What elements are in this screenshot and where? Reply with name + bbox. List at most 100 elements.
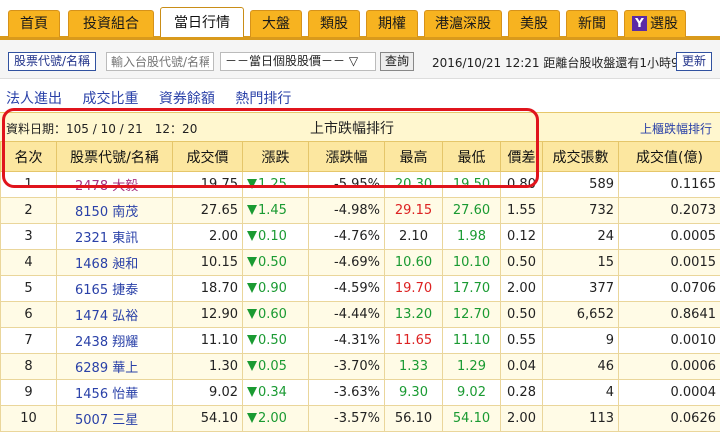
search-input[interactable] xyxy=(106,52,214,71)
stock-link[interactable]: 2438 翔耀 xyxy=(57,328,173,354)
table-row: 61474 弘裕12.900.60-4.44%13.2012.700.506,6… xyxy=(1,302,720,328)
table-header: 名次 股票代號/名稱 成交價 漲跌 漲跌幅 最高 最低 價差 成交張數 成交值(… xyxy=(1,142,720,172)
spread-cell: 1.55 xyxy=(501,198,543,224)
refresh-button[interactable]: 更新 xyxy=(676,52,712,71)
header-change[interactable]: 漲跌 xyxy=(243,142,309,172)
table-row: 91456 怡華9.020.34-3.63%9.309.020.2840.000… xyxy=(1,380,720,406)
change-cell: 0.50 xyxy=(243,250,309,276)
change-cell: 1.45 xyxy=(243,198,309,224)
down-triangle-icon xyxy=(247,413,257,423)
down-triangle-icon xyxy=(247,205,257,215)
table-row: 105007 三星54.102.00-3.57%56.1054.102.0011… xyxy=(1,406,720,432)
header-spread[interactable]: 價差 xyxy=(501,142,543,172)
volume-cell: 6,652 xyxy=(543,302,619,328)
down-triangle-icon xyxy=(247,283,257,293)
low-cell: 54.10 xyxy=(443,406,501,432)
header-low[interactable]: 最低 xyxy=(443,142,501,172)
tab-home[interactable]: 首頁 xyxy=(8,10,60,37)
stock-link[interactable]: 2478 大毅 xyxy=(57,172,173,198)
stock-link[interactable]: 5007 三星 xyxy=(57,406,173,432)
value-cell: 0.0706 xyxy=(619,276,720,302)
change-cell: 0.05 xyxy=(243,354,309,380)
tab-portfolio[interactable]: 投資組合 xyxy=(68,10,154,37)
tab-stock-screener[interactable]: Y選股 xyxy=(624,10,686,37)
tab-news[interactable]: 新聞 xyxy=(566,10,618,37)
low-cell: 9.02 xyxy=(443,380,501,406)
low-cell: 27.60 xyxy=(443,198,501,224)
volume-cell: 113 xyxy=(543,406,619,432)
volume-cell: 46 xyxy=(543,354,619,380)
header-high[interactable]: 最高 xyxy=(385,142,443,172)
link-margin[interactable]: 資券餘額 xyxy=(159,91,215,107)
down-triangle-icon xyxy=(247,179,257,189)
spread-cell: 2.00 xyxy=(501,406,543,432)
header-price[interactable]: 成交價 xyxy=(173,142,243,172)
price-cell: 10.15 xyxy=(173,250,243,276)
header-rank[interactable]: 名次 xyxy=(1,142,57,172)
price-cell: 18.70 xyxy=(173,276,243,302)
otc-decline-link[interactable]: 上櫃跌幅排行 xyxy=(640,120,712,137)
low-cell: 17.70 xyxy=(443,276,501,302)
down-triangle-icon xyxy=(247,335,257,345)
header-volume[interactable]: 成交張數 xyxy=(543,142,619,172)
price-cell: 2.00 xyxy=(173,224,243,250)
tab-us-stocks[interactable]: 美股 xyxy=(508,10,560,37)
value-cell: 0.0004 xyxy=(619,380,720,406)
rank-cell: 9 xyxy=(1,380,57,406)
change-value: 1.25 xyxy=(258,177,287,192)
stock-link[interactable]: 6165 捷泰 xyxy=(57,276,173,302)
table-row: 41468 昶和10.150.50-4.69%10.6010.100.50150… xyxy=(1,250,720,276)
stock-link[interactable]: 1468 昶和 xyxy=(57,250,173,276)
link-hot-ranking[interactable]: 熱門排行 xyxy=(235,91,291,107)
spread-cell: 0.50 xyxy=(501,302,543,328)
header-stock[interactable]: 股票代號/名稱 xyxy=(57,142,173,172)
change-value: 0.90 xyxy=(258,281,287,296)
stock-link[interactable]: 8150 南茂 xyxy=(57,198,173,224)
tab-options[interactable]: 期權 xyxy=(366,10,418,37)
spread-cell: 0.28 xyxy=(501,380,543,406)
high-cell: 9.30 xyxy=(385,380,443,406)
header-value[interactable]: 成交值(億) xyxy=(619,142,720,172)
header-change-pct[interactable]: 漲跌幅 xyxy=(309,142,385,172)
stock-link[interactable]: 2321 東訊 xyxy=(57,224,173,250)
change-value: 0.34 xyxy=(258,385,287,400)
tab-market[interactable]: 大盤 xyxy=(250,10,302,37)
spread-cell: 0.80 xyxy=(501,172,543,198)
stock-link[interactable]: 1456 怡華 xyxy=(57,380,173,406)
change-pct-cell: -4.44% xyxy=(309,302,385,328)
rank-cell: 1 xyxy=(1,172,57,198)
low-cell: 1.29 xyxy=(443,354,501,380)
volume-cell: 15 xyxy=(543,250,619,276)
table-row: 28150 南茂27.651.45-4.98%29.1527.601.55732… xyxy=(1,198,720,224)
stock-link[interactable]: 6289 華上 xyxy=(57,354,173,380)
link-institutional[interactable]: 法人進出 xyxy=(6,91,62,107)
data-date: 資料日期：105 / 10 / 21 12：20 xyxy=(6,120,197,137)
volume-cell: 9 xyxy=(543,328,619,354)
spread-cell: 2.00 xyxy=(501,276,543,302)
change-value: 0.05 xyxy=(258,359,287,374)
quote-type-select[interactable]: －－當日個股股價－－ ▽ xyxy=(220,52,376,71)
change-pct-cell: -5.95% xyxy=(309,172,385,198)
high-cell: 10.60 xyxy=(385,250,443,276)
value-cell: 0.0015 xyxy=(619,250,720,276)
volume-cell: 24 xyxy=(543,224,619,250)
change-value: 0.50 xyxy=(258,333,287,348)
search-button[interactable]: 查詢 xyxy=(380,52,414,71)
link-volume-share[interactable]: 成交比重 xyxy=(82,91,138,107)
tab-sectors[interactable]: 類股 xyxy=(308,10,360,37)
rank-cell: 4 xyxy=(1,250,57,276)
table-body: 12478 大毅19.751.25-5.95%20.3019.500.80589… xyxy=(1,172,720,432)
tab-daily-quotes[interactable]: 當日行情 xyxy=(160,7,244,37)
search-type-button[interactable]: 股票代號/名稱 xyxy=(8,52,96,71)
tab-hk-china[interactable]: 港滬深股 xyxy=(424,10,502,37)
price-cell: 54.10 xyxy=(173,406,243,432)
rank-cell: 6 xyxy=(1,302,57,328)
value-cell: 0.0010 xyxy=(619,328,720,354)
down-triangle-icon xyxy=(247,309,257,319)
change-cell: 2.00 xyxy=(243,406,309,432)
stock-link[interactable]: 1474 弘裕 xyxy=(57,302,173,328)
change-pct-cell: -3.63% xyxy=(309,380,385,406)
table-row: 72438 翔耀11.100.50-4.31%11.6511.100.5590.… xyxy=(1,328,720,354)
low-cell: 1.98 xyxy=(443,224,501,250)
change-pct-cell: -4.76% xyxy=(309,224,385,250)
